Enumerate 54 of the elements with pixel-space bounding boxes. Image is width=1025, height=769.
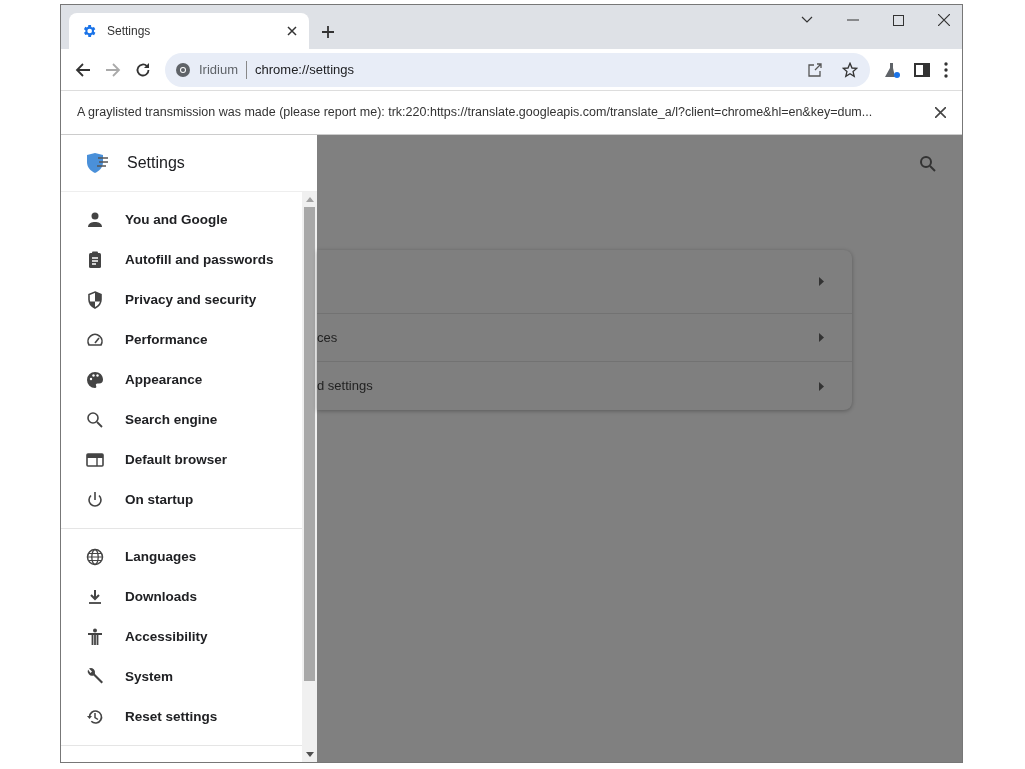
caret-right-icon bbox=[819, 333, 824, 342]
maximize-icon[interactable] bbox=[893, 14, 904, 26]
shield-icon bbox=[85, 290, 105, 310]
more-icon[interactable] bbox=[944, 61, 948, 78]
side-panel-icon[interactable] bbox=[914, 61, 930, 78]
browser-logo-icon bbox=[175, 61, 191, 78]
back-icon[interactable] bbox=[75, 61, 91, 78]
scrollbar-thumb[interactable] bbox=[304, 207, 315, 681]
chevron-down-icon[interactable] bbox=[801, 16, 813, 24]
power-icon bbox=[85, 490, 105, 510]
menu-item[interactable]: Reset settings bbox=[61, 697, 302, 737]
flask-icon[interactable] bbox=[884, 61, 900, 78]
gear-icon bbox=[81, 23, 97, 39]
star-icon[interactable] bbox=[842, 61, 858, 78]
share-icon[interactable] bbox=[808, 62, 822, 77]
drawer-title: Settings bbox=[127, 153, 185, 173]
menu-item[interactable]: Privacy and security bbox=[61, 280, 302, 320]
globe-icon bbox=[85, 547, 105, 567]
settings-row[interactable]: d settings bbox=[317, 362, 852, 410]
menu-item[interactable]: Default browser bbox=[61, 440, 302, 480]
person-icon bbox=[85, 210, 105, 230]
menu-item[interactable]: Autofill and passwords bbox=[61, 240, 302, 280]
settings-row[interactable]: ces bbox=[317, 314, 852, 362]
address-bar[interactable]: Iridium chrome://settings bbox=[165, 52, 870, 87]
menu-item[interactable]: Performance bbox=[61, 320, 302, 360]
history-icon bbox=[85, 707, 105, 727]
new-tab-icon[interactable] bbox=[321, 25, 335, 39]
scrollbar[interactable] bbox=[302, 192, 317, 762]
shield-logo-icon bbox=[85, 152, 109, 174]
close-icon[interactable] bbox=[287, 26, 297, 36]
caret-right-icon[interactable] bbox=[819, 277, 824, 286]
browser-tab[interactable]: Settings bbox=[69, 13, 309, 49]
search-icon bbox=[85, 410, 105, 430]
caret-right-icon bbox=[819, 381, 824, 391]
menu-item[interactable]: On startup bbox=[61, 480, 302, 520]
close-icon[interactable] bbox=[935, 107, 946, 118]
tab-title: Settings bbox=[107, 23, 152, 40]
browser-window-icon bbox=[85, 450, 105, 470]
menu-item[interactable]: Search engine bbox=[61, 400, 302, 440]
menu-item[interactable]: System bbox=[61, 657, 302, 697]
menu-item[interactable]: Accessibility bbox=[61, 617, 302, 657]
close-icon[interactable] bbox=[938, 14, 950, 26]
menu-item[interactable]: Appearance bbox=[61, 360, 302, 400]
accessibility-icon bbox=[85, 627, 105, 647]
menu-item[interactable]: Downloads bbox=[61, 577, 302, 617]
info-message: A graylisted transmission was made (please report me): trk:220:https://translate.googleapis.com/translate_a/l?client=chrome&hl=en&key=dum... bbox=[77, 104, 874, 122]
menu-item[interactable]: You and Google bbox=[61, 200, 302, 240]
site-name: Iridium bbox=[199, 60, 238, 79]
search-icon[interactable] bbox=[920, 156, 936, 172]
url-text: chrome://settings bbox=[255, 60, 355, 79]
reload-icon[interactable] bbox=[135, 61, 151, 78]
menu-item[interactable]: Languages bbox=[61, 537, 302, 577]
palette-icon bbox=[85, 370, 105, 390]
scroll-down-icon[interactable] bbox=[305, 752, 314, 757]
